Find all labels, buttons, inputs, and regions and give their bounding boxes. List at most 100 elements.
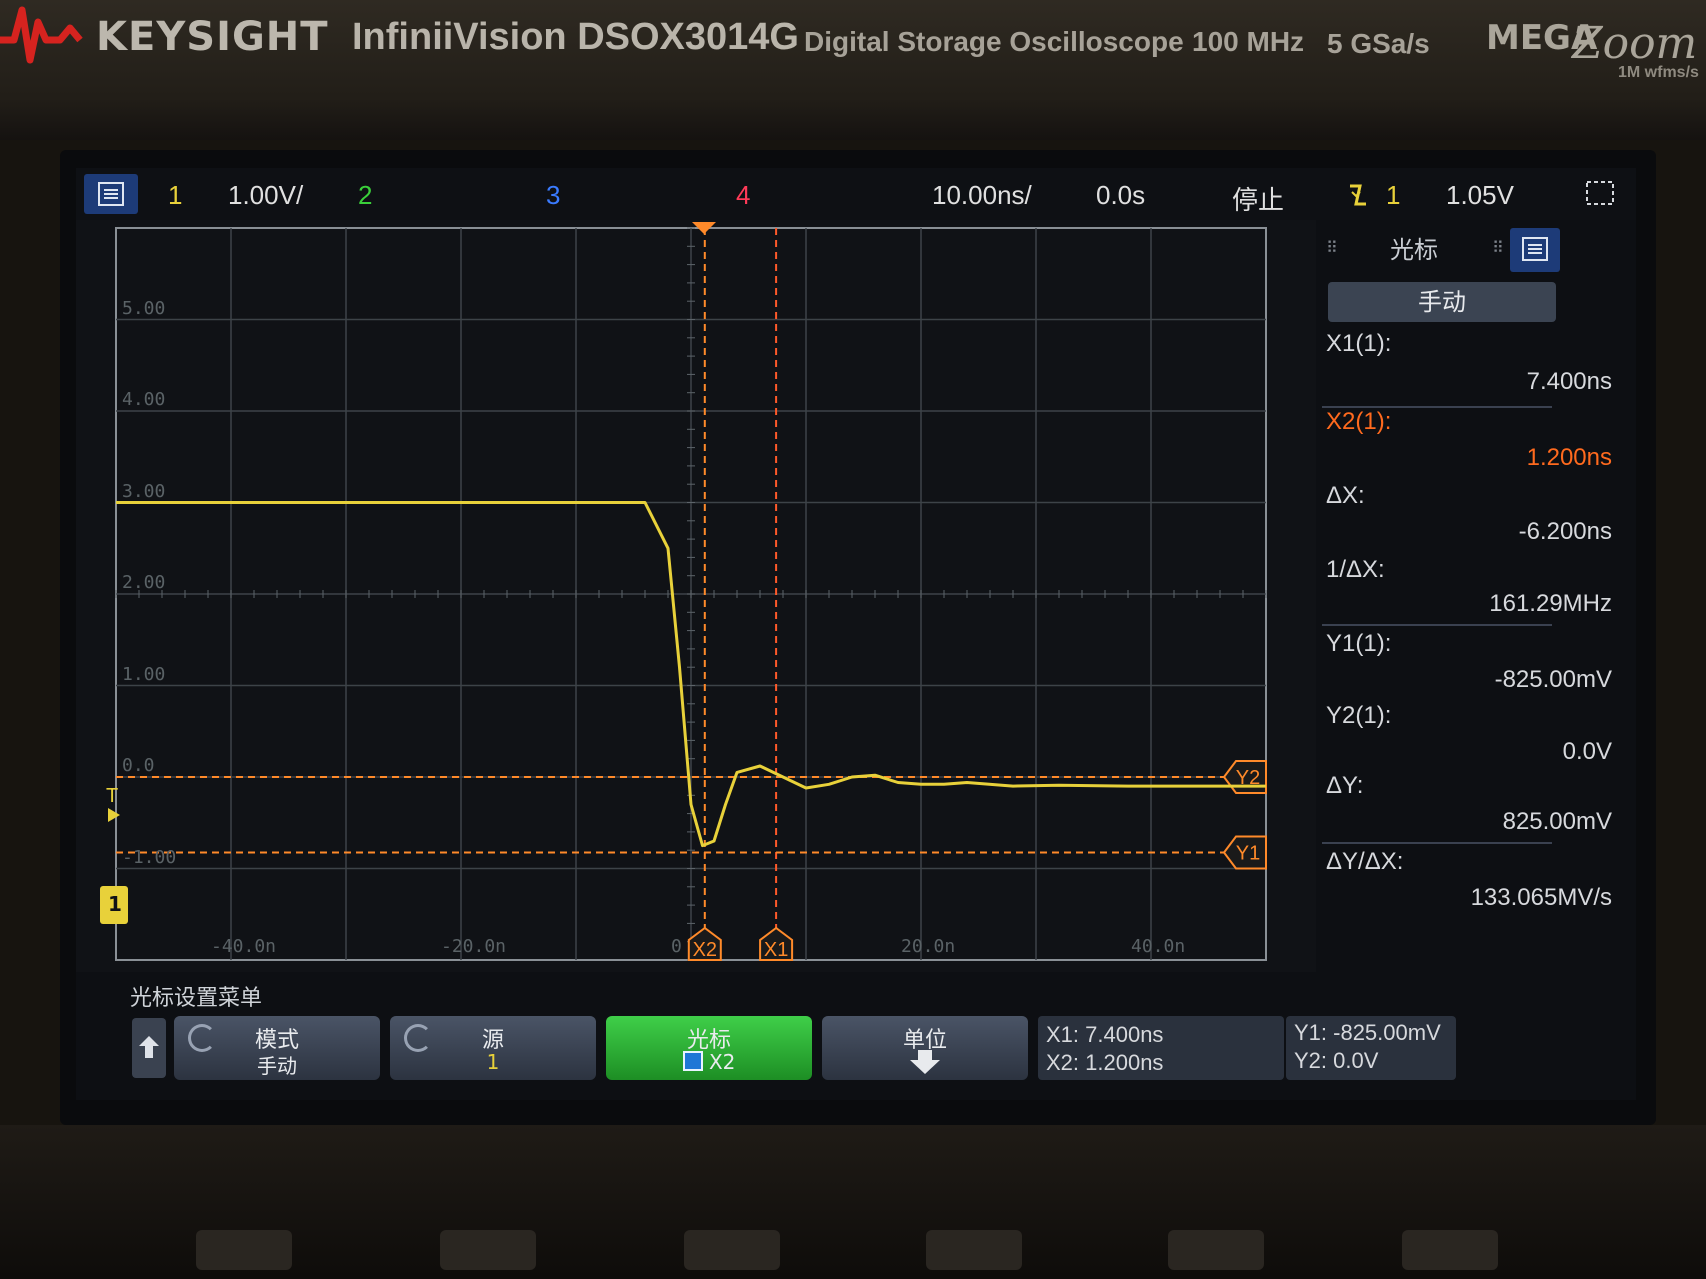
checkbox-icon (682, 1051, 703, 1071)
x1-label: X1(1): (1326, 330, 1392, 357)
cursor-y1-tag-text: Y1 (1236, 842, 1260, 864)
units-softkey[interactable]: 单位 (822, 1016, 1028, 1080)
x-tick-label: 0 (671, 936, 682, 957)
x2-label: X2(1): (1326, 408, 1392, 435)
ch3-label[interactable]: 3 (546, 180, 560, 211)
trigger-time-marker-icon (692, 222, 716, 234)
softkey-menu-title: 光标设置菜单 (130, 986, 263, 1011)
y1-value: -825.00mV (1494, 666, 1612, 693)
source-softkey-value: 1 (486, 1050, 500, 1074)
divider (1322, 624, 1552, 626)
ch4-label[interactable]: 4 (736, 180, 750, 211)
megazoom-zoom-text: Zoom (1572, 18, 1698, 69)
front-panel-key[interactable] (196, 1230, 292, 1270)
readout-x1: X1: 7.400ns (1046, 1022, 1164, 1047)
cursor-mode-pill[interactable]: 手动 (1328, 282, 1556, 322)
model-description: Digital Storage Oscilloscope (804, 26, 1184, 57)
cursor-select-row: X2 (606, 1050, 812, 1074)
ground-marker[interactable]: 1 (100, 886, 128, 924)
ch2-label[interactable]: 2 (358, 180, 372, 211)
y2-value: 0.0V (1562, 738, 1612, 765)
y-tick-label: 5.00 (122, 297, 166, 319)
front-panel-key[interactable] (1402, 1230, 1498, 1270)
mode-softkey[interactable]: 模式 手动 (174, 1016, 380, 1080)
front-panel-key[interactable] (926, 1230, 1022, 1270)
x1-value: 7.400ns (1526, 368, 1612, 395)
front-panel-key[interactable] (440, 1230, 536, 1270)
y-tick-label: 1.00 (122, 663, 166, 685)
readout-x2: X2: 1.200ns (1046, 1050, 1164, 1075)
delta-y-over-delta-x-value: 133.065MV/s (1470, 884, 1612, 911)
y-tick-label: 4.00 (122, 389, 166, 410)
cursor-panel-header: ⠿ 光标 ⠿ (1316, 220, 1636, 274)
drag-handle-icon[interactable]: ⠿ (1326, 238, 1338, 257)
x-tick-label: 20.0n (901, 936, 956, 957)
y2-label: Y2(1): (1326, 702, 1392, 729)
waveform-plot[interactable]: X2 X1 Y2 Y1 5.00 4.00 3.00 2.00 1.00 0.0 -1.00 -4… (76, 220, 1316, 972)
x-tick-label: -20.0n (441, 936, 507, 957)
delta-y-label: ΔY: (1326, 772, 1364, 799)
delta-y-value: 825.00mV (1502, 808, 1612, 835)
bandwidth-label: 100 MHz (1192, 26, 1305, 57)
cursor-x1-tag[interactable]: X1 (759, 926, 794, 961)
cursor-y-readout: Y1: -825.00mV Y2: 0.0V (1286, 1016, 1456, 1080)
readout-y2: Y2: 0.0V (1294, 1048, 1379, 1073)
graticule-svg: X2 X1 Y2 Y1 (115, 227, 1267, 961)
drag-handle-icon[interactable]: ⠿ (1492, 238, 1504, 257)
trigger-source[interactable]: 1 (1386, 180, 1400, 211)
inverse-delta-x-value: 161.29MHz (1489, 590, 1612, 617)
front-panel-key[interactable] (1168, 1230, 1264, 1270)
menu-back-button[interactable] (132, 1018, 166, 1078)
cursor-panel-title: 光标 (1390, 236, 1438, 264)
delta-y-over-delta-x-label: ΔY/ΔX: (1326, 848, 1404, 875)
arrow-up-icon (139, 1036, 159, 1058)
megazoom-wfms: 1M wfms/s (1618, 64, 1699, 81)
brand-name: KEYSIGHT (96, 14, 329, 60)
delta-x-label: ΔX: (1326, 482, 1365, 509)
cursor-y1-tag[interactable]: Y1 (1222, 835, 1267, 870)
cursor-panel: ⠿ 光标 ⠿ 手动 X1(1): 7.400ns X2(1): 1.200ns … (1316, 220, 1636, 972)
trigger-level[interactable]: 1.05V (1446, 180, 1514, 211)
instrument-bezel-top: KEYSIGHT InfiniiVision DSOX3014G Digital… (0, 0, 1706, 140)
scope-screen: 1 1.00V/ 2 3 4 10.00ns/ 0.0s 停止 1 1.05V … (76, 168, 1636, 1100)
acquisition-icon[interactable] (1584, 180, 1618, 208)
time-scale[interactable]: 10.00ns/ (932, 180, 1032, 211)
x-tick-label: -40.0n (211, 936, 277, 957)
arrow-down-icon (910, 1050, 940, 1074)
menu-icon (98, 182, 124, 206)
run-state[interactable]: 停止 (1232, 180, 1284, 217)
y-tick-label: 3.00 (122, 480, 166, 502)
cursor-y2-tag[interactable]: Y2 (1222, 760, 1267, 794)
main-menu-button[interactable] (84, 174, 138, 214)
y-tick-label: 2.00 (122, 572, 166, 593)
source-softkey[interactable]: 源 1 (390, 1016, 596, 1080)
mode-softkey-value: 手动 (257, 1054, 297, 1078)
cursor-select-value: X2 (708, 1050, 736, 1074)
brand-row: KEYSIGHT InfiniiVision DSOX3014G Digital… (0, 0, 1706, 100)
delta-x-value: -6.200ns (1518, 518, 1612, 545)
y1-label: Y1(1): (1326, 630, 1392, 657)
keysight-logo-icon (0, 6, 83, 64)
cursor-x2-tag-text: X2 (693, 939, 717, 961)
ground-marker-label: 1 (108, 892, 122, 916)
cursor-x1-tag-text: X1 (764, 939, 788, 961)
model-name: InfiniiVision DSOX3014G (352, 16, 799, 58)
cursor-x-readout: X1: 7.400ns X2: 1.200ns (1038, 1016, 1284, 1080)
y-tick-label: -1.00 (122, 846, 177, 868)
divider (1322, 842, 1552, 844)
y-tick-label: 0.0 (122, 755, 155, 776)
front-panel-key[interactable] (684, 1230, 780, 1270)
delay-value[interactable]: 0.0s (1096, 180, 1145, 211)
trigger-level-marker: T (106, 785, 119, 807)
cursor-select-softkey[interactable]: 光标 X2 (606, 1016, 812, 1080)
status-bar: 1 1.00V/ 2 3 4 10.00ns/ 0.0s 停止 1 1.05V (76, 168, 1636, 220)
trigger-arrow-icon (108, 808, 120, 822)
cursor-x2-tag[interactable]: X2 (687, 926, 722, 961)
ch1-label[interactable]: 1 (168, 180, 182, 211)
readout-y1: Y1: -825.00mV (1294, 1020, 1441, 1045)
x-tick-label: 40.0n (1131, 936, 1186, 957)
trigger-falling-edge-icon (1350, 184, 1366, 206)
panel-menu-button[interactable] (1510, 228, 1560, 272)
menu-icon (1522, 237, 1548, 261)
ch1-scale[interactable]: 1.00V/ (228, 180, 303, 211)
